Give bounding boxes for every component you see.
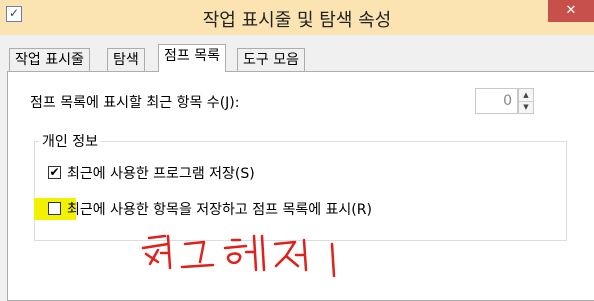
store-recent-items-checkbox[interactable]	[48, 202, 61, 215]
store-recent-programs-label: 최근에 사용한 프로그램 저장(S)	[67, 166, 255, 182]
recent-items-count-input[interactable]: 0	[475, 88, 518, 114]
tab-jump-lists[interactable]: 점프 목록	[158, 44, 226, 72]
title-bar: ✓ 작업 표시줄 및 탐색 속성 ✕	[0, 0, 594, 35]
tab-toolbars[interactable]: 도구 모음	[237, 48, 305, 71]
privacy-group-title: 개인 정보	[39, 131, 101, 151]
privacy-groupbox	[34, 141, 567, 241]
recent-items-count-label: 점프 목록에 표시할 최근 항목 수(J):	[30, 95, 240, 111]
close-button[interactable]: ✕	[548, 0, 594, 22]
recent-items-spinner[interactable]: ▲ ▼	[518, 88, 534, 114]
tab-taskbar[interactable]: 작업 표시줄	[9, 48, 90, 71]
store-recent-items-label: 최근에 사용한 항목을 저장하고 점프 목록에 표시(R)	[67, 202, 372, 218]
store-recent-programs-checkbox[interactable]: ✔	[48, 166, 61, 179]
spinner-down-icon[interactable]: ▼	[519, 101, 533, 113]
window-title: 작업 표시줄 및 탐색 속성	[202, 10, 392, 31]
tab-navigation[interactable]: 탐색	[107, 48, 145, 71]
